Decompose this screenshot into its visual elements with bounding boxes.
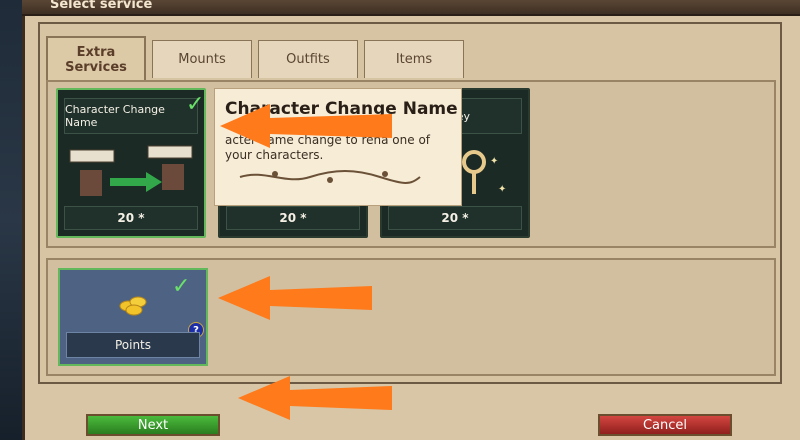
next-button[interactable]: Next xyxy=(86,414,220,436)
tab-outfits[interactable]: Outfits xyxy=(258,40,358,78)
arrow-annotation-icon xyxy=(218,276,372,320)
tab-items[interactable]: Items xyxy=(364,40,464,78)
tab-label: Extra Services xyxy=(65,44,127,75)
service-price: 20 * xyxy=(226,206,360,230)
tab-mounts[interactable]: Mounts xyxy=(152,40,252,78)
service-price: 20 * xyxy=(64,206,198,230)
service-title: Character Change Name xyxy=(64,98,198,134)
vine-divider-icon xyxy=(239,170,421,184)
tab-label: Items xyxy=(395,52,433,67)
coin-icon xyxy=(119,296,147,316)
arrow-annotation-icon xyxy=(220,104,392,148)
tab-label: Mounts xyxy=(178,52,226,67)
tab-label: Outfits xyxy=(286,52,330,67)
cancel-button[interactable]: Cancel xyxy=(598,414,732,436)
check-icon: ✓ xyxy=(172,274,191,299)
tab-extra-services[interactable]: Extra Services xyxy=(46,36,146,81)
name-change-illustration xyxy=(69,145,193,196)
arrow-annotation-icon xyxy=(238,376,392,420)
payment-label: Points xyxy=(66,332,200,358)
check-icon: ✓ xyxy=(186,92,205,117)
service-card-character-change-name[interactable]: Character Change Name ✓ 20 * xyxy=(56,88,206,238)
svg-text:✦: ✦ xyxy=(498,184,506,195)
payment-card-points[interactable]: ✓ ? Points xyxy=(58,268,208,366)
service-price: 20 * xyxy=(388,206,522,230)
svg-text:✦: ✦ xyxy=(490,156,498,167)
window-title: Select service xyxy=(50,0,153,12)
